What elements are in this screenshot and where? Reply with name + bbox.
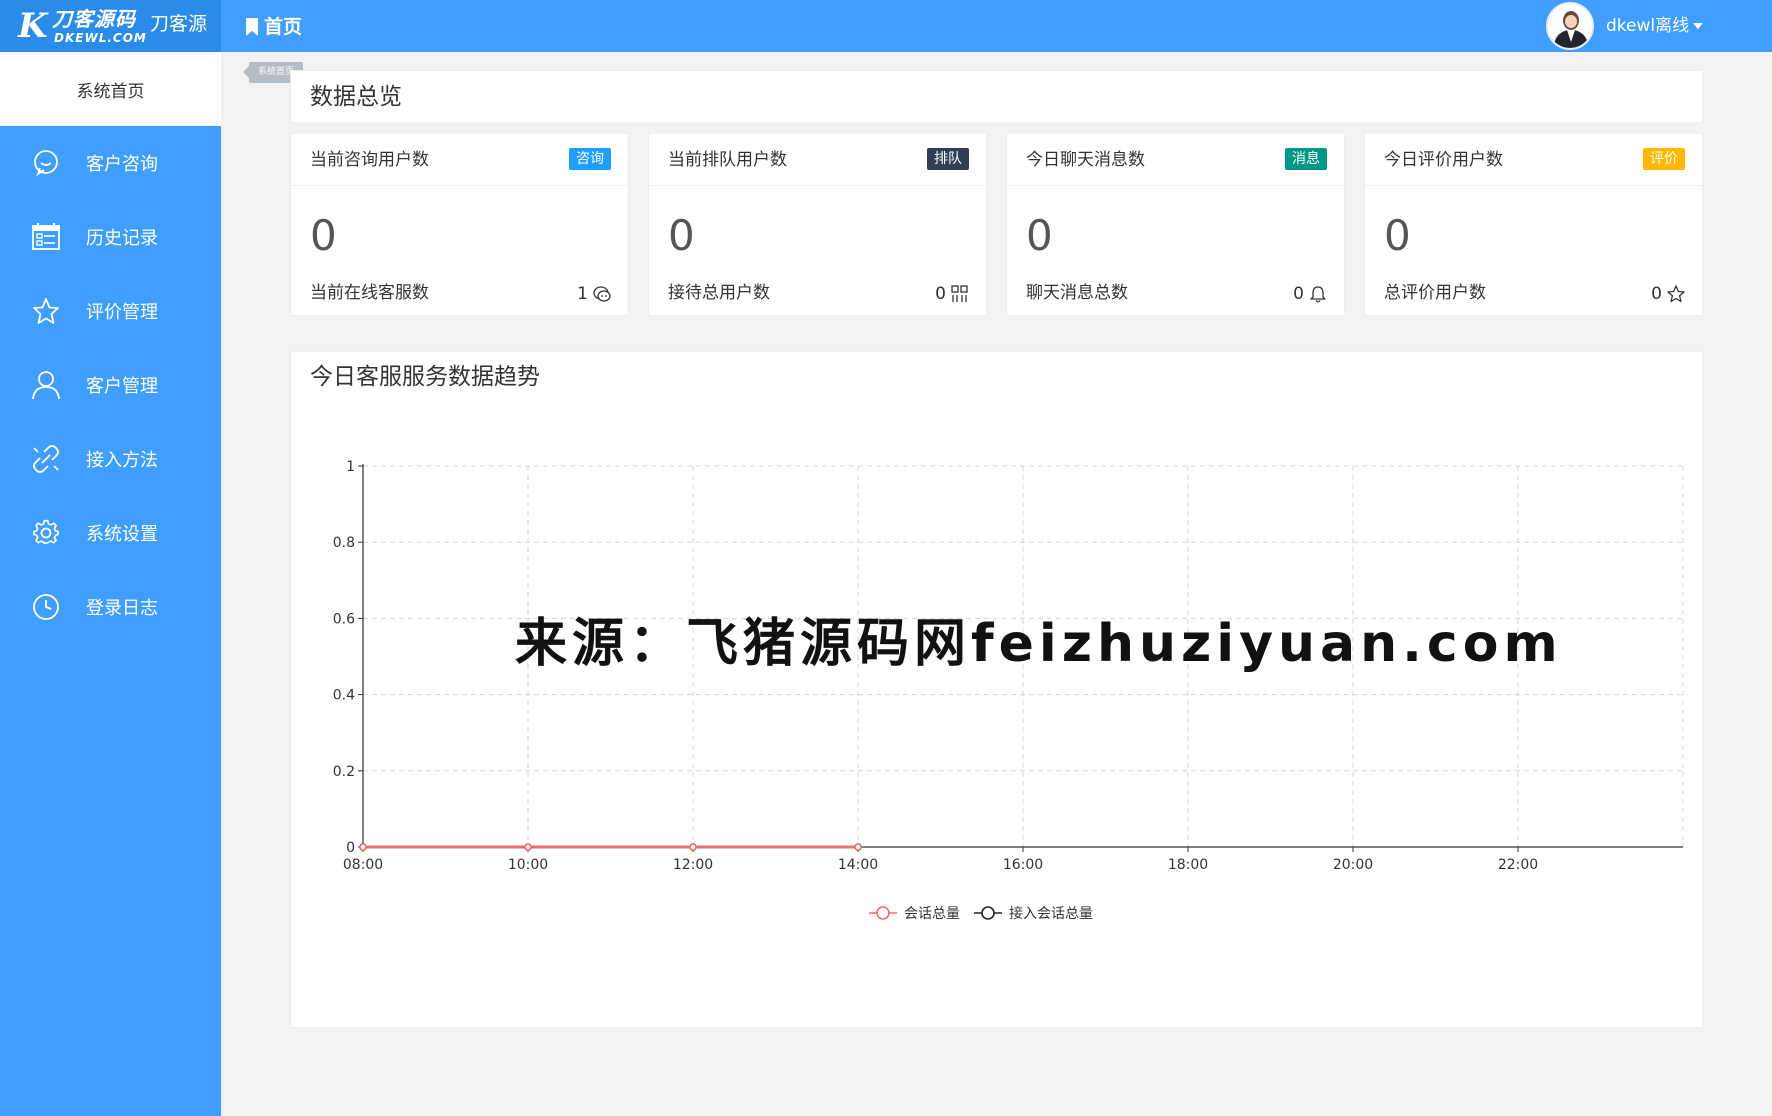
y-tick-label: 1 xyxy=(346,459,355,475)
sidebar-item-label: 接入方法 xyxy=(86,450,158,471)
trend-chart-panel: 今日客服服务数据趋势 0 0.2 0.4 0.6 0.8 1 08:00 10:00 12:00… xyxy=(290,351,1703,1028)
stat-card-consult: 当前咨询用户数 咨询 0 当前在线客服数 1 xyxy=(290,133,629,316)
sidebar-item-customers[interactable]: 客户管理 xyxy=(0,348,221,422)
card-title: 今日聊天消息数 xyxy=(1026,150,1145,170)
sidebar-item-label: 历史记录 xyxy=(86,228,158,249)
data-point xyxy=(854,843,862,851)
sidebar-item-label: 客户管理 xyxy=(86,376,158,397)
gear-icon xyxy=(31,518,61,548)
avatar-face xyxy=(1565,15,1577,28)
card-header: 今日聊天消息数 消息 xyxy=(1007,134,1344,186)
card-sub-value: 0 xyxy=(1293,284,1304,304)
x-tick-label: 18:00 xyxy=(1168,857,1208,873)
x-tick-label: 08:00 xyxy=(343,857,383,873)
avatar[interactable] xyxy=(1546,2,1594,50)
card-value: 0 xyxy=(310,211,337,260)
card-sub-label: 接待总用户数 xyxy=(668,283,770,303)
sidebar-item-login-log[interactable]: 登录日志 xyxy=(0,570,221,644)
x-tick-label: 16:00 xyxy=(1003,857,1043,873)
clock-icon xyxy=(31,592,61,622)
top-header: K 刀客源码 DKEWL.COM 刀客源 首页 dkewl离线 xyxy=(0,0,1772,52)
watermark: 来源：飞猪源码网feizhuziyuan.com xyxy=(515,614,1563,674)
y-tick-label: 0.4 xyxy=(333,688,355,704)
sidebar-item-label: 评价管理 xyxy=(86,302,158,323)
sidebar-item-access[interactable]: 接入方法 xyxy=(0,422,221,496)
legend-label: 接入会话总量 xyxy=(1009,905,1093,922)
bell-icon xyxy=(1310,286,1326,303)
card-sub-label: 当前在线客服数 xyxy=(310,283,429,303)
card-value: 0 xyxy=(1026,211,1053,260)
card-header: 当前咨询用户数 咨询 xyxy=(291,134,628,186)
stat-card-ratings: 今日评价用户数 评价 0 总评价用户数 0 xyxy=(1364,133,1703,316)
card-header: 当前排队用户数 排队 xyxy=(649,134,986,186)
breadcrumb-label: 首页 xyxy=(264,16,303,38)
x-tick-label: 14:00 xyxy=(838,857,878,873)
card-badge: 消息 xyxy=(1285,148,1327,170)
logo[interactable]: K 刀客源码 DKEWL.COM 刀客源 xyxy=(0,0,221,52)
sidebar-item-history[interactable]: 历史记录 xyxy=(0,200,221,274)
logo-text: 刀客源码 xyxy=(52,7,136,31)
overview-title: 数据总览 xyxy=(310,84,402,110)
x-tick-label: 20:00 xyxy=(1333,857,1373,873)
card-badge: 排队 xyxy=(927,148,969,170)
logo-sub: DKEWL.COM xyxy=(54,31,147,45)
sidebar-item-label: 系统首页 xyxy=(76,81,145,102)
site-name: 刀客源 xyxy=(150,13,208,35)
y-tick-label: 0 xyxy=(346,840,355,856)
sidebar-item-consult[interactable]: 客户咨询 xyxy=(0,126,221,200)
card-title: 当前咨询用户数 xyxy=(310,150,429,170)
bookmark-icon xyxy=(246,18,258,36)
card-value: 0 xyxy=(1384,211,1411,260)
trend-chart[interactable]: 0 0.2 0.4 0.6 0.8 1 08:00 10:00 12:00 14:00 16:00 1… xyxy=(291,352,1702,1027)
breadcrumb[interactable]: 首页 xyxy=(246,16,302,38)
card-sub-value: 0 xyxy=(1651,284,1662,304)
sidebar: 系统首页 客户咨询 历史记录 评价管理 客户管理 接入方法 系统设置 登录日志 xyxy=(0,52,221,1116)
user-menu[interactable]: dkewl离线 xyxy=(1546,2,1704,50)
sidebar-item-label: 客户咨询 xyxy=(86,154,158,175)
data-point xyxy=(524,843,532,851)
link-icon xyxy=(31,444,61,474)
chat-bubble-icon xyxy=(31,148,61,178)
wechat-icon xyxy=(593,286,611,302)
sidebar-item-label: 登录日志 xyxy=(86,598,158,619)
user-status[interactable]: dkewl离线 xyxy=(1606,15,1689,37)
grid-icon xyxy=(951,285,968,302)
sidebar-item-rating[interactable]: 评价管理 xyxy=(0,274,221,348)
y-tick-label: 0.6 xyxy=(333,611,355,627)
card-header: 今日评价用户数 评价 xyxy=(1365,134,1702,186)
card-sub-label: 总评价用户数 xyxy=(1384,283,1486,303)
card-sub-label: 聊天消息总数 xyxy=(1026,283,1128,303)
card-badge: 评价 xyxy=(1643,148,1685,170)
logo-mark: K 刀客源码 DKEWL.COM xyxy=(18,6,146,46)
overview-panel: 数据总览 xyxy=(290,70,1703,123)
legend-marker xyxy=(876,906,890,920)
sidebar-item-home[interactable]: 系统首页 xyxy=(0,52,221,126)
data-point xyxy=(359,843,367,851)
legend-marker xyxy=(981,906,995,920)
card-sub-value: 0 xyxy=(935,284,946,304)
sidebar-item-label: 系统设置 xyxy=(86,524,158,545)
stat-card-queue: 当前排队用户数 排队 0 接待总用户数 0 xyxy=(648,133,987,316)
legend-label: 会话总量 xyxy=(904,906,960,922)
x-tick-label: 22:00 xyxy=(1498,857,1538,873)
logo-k-glyph: K xyxy=(18,6,48,46)
card-title: 当前排队用户数 xyxy=(668,150,787,170)
x-tick-label: 12:00 xyxy=(673,857,713,873)
y-tick-label: 0.2 xyxy=(333,764,355,780)
star-outline-icon xyxy=(1667,285,1685,303)
y-tick-label: 0.8 xyxy=(333,535,355,551)
card-value: 0 xyxy=(668,211,695,260)
caret-down-icon[interactable] xyxy=(1693,23,1704,29)
card-title: 今日评价用户数 xyxy=(1384,150,1503,170)
stat-card-messages: 今日聊天消息数 消息 0 聊天消息总数 0 xyxy=(1006,133,1345,316)
card-badge: 咨询 xyxy=(569,148,611,170)
calendar-list-icon xyxy=(31,222,61,252)
star-icon xyxy=(31,296,61,326)
card-sub-value: 1 xyxy=(577,284,588,304)
sidebar-item-settings[interactable]: 系统设置 xyxy=(0,496,221,570)
user-icon xyxy=(31,370,61,400)
x-tick-label: 10:00 xyxy=(508,857,548,873)
data-point xyxy=(689,843,697,851)
